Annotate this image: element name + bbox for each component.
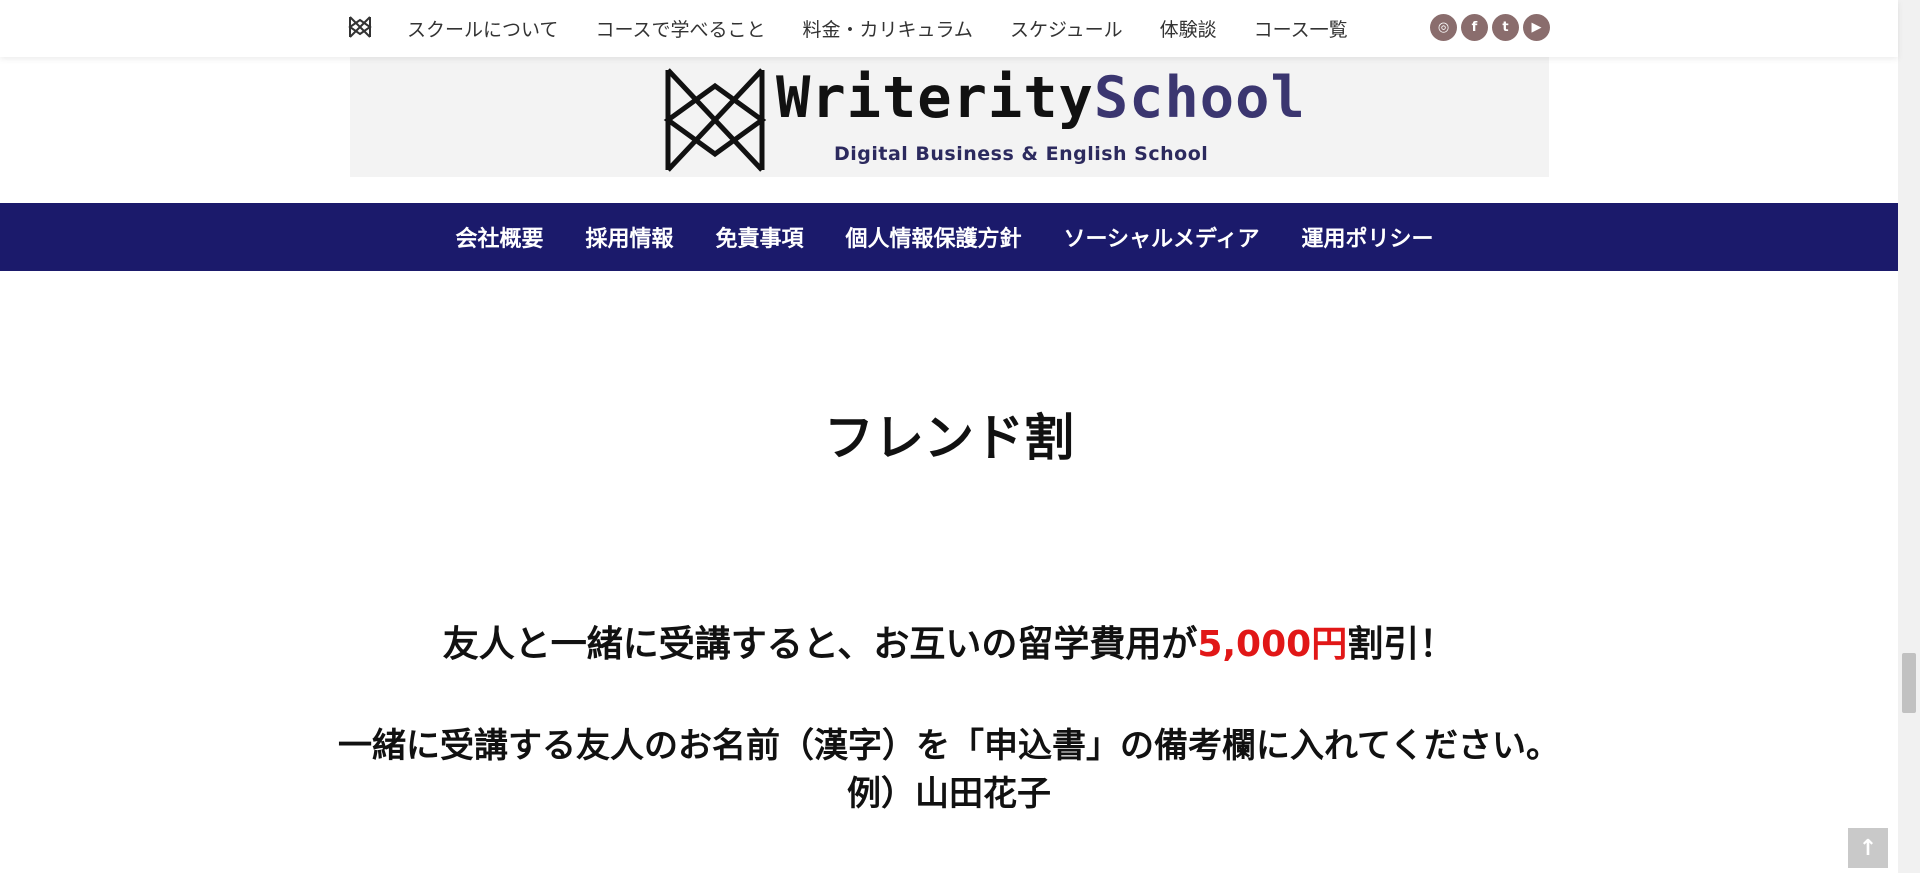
social-links: ◎ f t ▶ <box>1430 14 1550 41</box>
arrow-up-icon: ↑ <box>1858 835 1878 861</box>
brand-tagline: Digital Business & English School <box>834 143 1209 165</box>
menu-item-privacy[interactable]: 個人情報保護方針 <box>845 221 1021 253</box>
nav-item-courses-learn[interactable]: コースで学べること <box>595 15 765 42</box>
nav-item-testimonials[interactable]: 体験談 <box>1160 15 1217 42</box>
brand-name-part2: School <box>1093 65 1306 131</box>
nav-item-schedule[interactable]: スケジュール <box>1010 15 1123 42</box>
lead-text-after: 割引！ <box>1347 624 1456 665</box>
main-menu-list: 会社概要 採用情報 免責事項 個人情報保護方針 ソーシャルメディア 運用ポリシー <box>0 203 1898 271</box>
example-line: 例）山田花子 <box>847 774 1051 814</box>
top-nav-list: スクールについて コースで学べること 料金・カリキュラム スケジュール 体験談 … <box>407 0 1385 57</box>
nav-item-course-list[interactable]: コース一覧 <box>1254 15 1348 42</box>
menu-item-policy[interactable]: 運用ポリシー <box>1302 221 1434 253</box>
header-banner: WriteritySchool Digital Business & Engli… <box>350 57 1549 177</box>
discount-lead: 友人と一緒に受講すると、お互いの留学費用が5,000円割引！ <box>0 615 1898 667</box>
instruction-note: 一緒に受講する友人のお名前（漢字）を「申込書」の備考欄に入れてください。 例）山… <box>0 722 1898 818</box>
page-title: フレンド割 <box>824 409 1074 467</box>
back-to-top-button[interactable]: ↑ <box>1848 828 1888 868</box>
main-menu-bar: 会社概要 採用情報 免責事項 個人情報保護方針 ソーシャルメディア 運用ポリシー <box>0 203 1898 271</box>
instruction-line: 一緒に受講する友人のお名前（漢字）を「申込書」の備考欄に入れてください。 <box>338 726 1560 766</box>
twitter-icon[interactable]: t <box>1492 14 1519 41</box>
instagram-icon[interactable]: ◎ <box>1430 14 1457 41</box>
brand-name-part1: Writerity <box>776 65 1094 131</box>
discount-price: 5,000円 <box>1197 624 1348 665</box>
nav-item-pricing[interactable]: 料金・カリキュラム <box>803 15 973 42</box>
lead-text-before: 友人と一緒に受講すると、お互いの留学費用が <box>442 624 1198 665</box>
page-scrollbar[interactable] <box>1898 0 1920 873</box>
menu-item-recruit[interactable]: 採用情報 <box>585 221 673 253</box>
facebook-icon[interactable]: f <box>1461 14 1488 41</box>
menu-item-company[interactable]: 会社概要 <box>455 221 543 253</box>
youtube-icon[interactable]: ▶ <box>1523 14 1550 41</box>
top-navigation: スクールについて コースで学べること 料金・カリキュラム スケジュール 体験談 … <box>0 0 1898 57</box>
brand-name[interactable]: WriteritySchool <box>776 65 1306 131</box>
scrollbar-thumb[interactable] <box>1902 653 1916 713</box>
logo-icon[interactable] <box>348 15 372 39</box>
menu-item-disclaimer[interactable]: 免責事項 <box>715 221 803 253</box>
brand-logo-icon[interactable] <box>662 64 768 176</box>
menu-item-social-media[interactable]: ソーシャルメディア <box>1064 221 1260 253</box>
nav-item-about[interactable]: スクールについて <box>407 15 558 42</box>
